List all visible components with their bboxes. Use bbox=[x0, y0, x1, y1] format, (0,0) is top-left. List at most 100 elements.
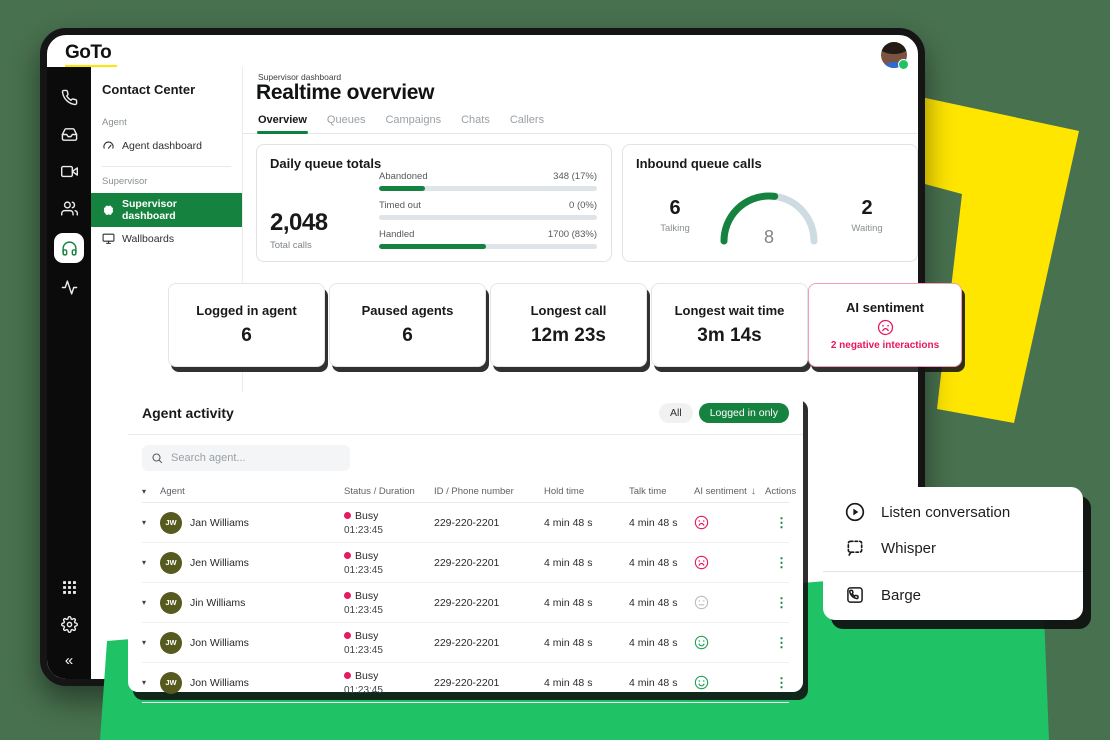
metric-label: Handled bbox=[379, 229, 414, 240]
status-cell: Busy 01:23:45 bbox=[344, 670, 434, 696]
hold-time-cell: 4 min 48 s bbox=[544, 637, 629, 649]
row-expand-chevron[interactable]: ▾ bbox=[142, 678, 160, 687]
table-row: ▾ JW Jen Williams Busy 01:23:45 229-220-… bbox=[142, 543, 789, 583]
phone-cell: 229-220-2201 bbox=[434, 517, 544, 529]
agent-avatar: JW bbox=[160, 512, 182, 534]
presence-dot bbox=[898, 59, 909, 70]
row-actions-kebab[interactable]: ⋮ bbox=[765, 595, 798, 610]
people-icon[interactable] bbox=[61, 200, 78, 217]
tab[interactable]: Campaigns bbox=[384, 114, 442, 133]
stat-card: Logged in agent 6 bbox=[168, 283, 325, 367]
nav-item-agent-dashboard[interactable]: Agent dashboard bbox=[91, 134, 242, 157]
col-hold[interactable]: Hold time bbox=[544, 486, 629, 497]
agent-avatar: JW bbox=[160, 552, 182, 574]
hold-time-cell: 4 min 48 s bbox=[544, 597, 629, 609]
stat-label: Logged in agent bbox=[196, 303, 296, 318]
whisper-icon bbox=[845, 538, 865, 558]
agent-activity-panel: Agent activity All Logged in only ▾ Agen… bbox=[128, 392, 803, 692]
stat-label: Longest call bbox=[531, 303, 607, 318]
col-status[interactable]: Status / Duration bbox=[344, 486, 434, 497]
phone-cell: 229-220-2201 bbox=[434, 637, 544, 649]
barge-icon bbox=[845, 585, 865, 605]
status-text: Busy bbox=[355, 670, 378, 682]
hold-time-cell: 4 min 48 s bbox=[544, 517, 629, 529]
sentiment-caption: 2 negative interactions bbox=[831, 340, 939, 351]
metric-label: Abandoned bbox=[379, 171, 428, 182]
nav-item-supervisor-dashboard[interactable]: Supervisor dashboard bbox=[91, 193, 242, 227]
nav-section-supervisor: Supervisor bbox=[91, 176, 242, 187]
contact-center-rail-item[interactable] bbox=[54, 233, 84, 263]
icon-rail: « bbox=[47, 67, 91, 679]
phone-cell: 229-220-2201 bbox=[434, 677, 544, 689]
table-body: ▾ JW Jan Williams Busy 01:23:45 229-220-… bbox=[142, 503, 789, 703]
row-expand-chevron[interactable]: ▾ bbox=[142, 518, 160, 527]
col-talk[interactable]: Talk time bbox=[629, 486, 694, 497]
row-expand-chevron[interactable]: ▾ bbox=[142, 598, 160, 607]
apps-grid-icon[interactable] bbox=[61, 579, 78, 596]
stat-card: Paused agents 6 bbox=[329, 283, 486, 367]
busy-dot bbox=[344, 632, 351, 639]
tab[interactable]: Overview bbox=[257, 114, 308, 133]
filter-logged-in-pill[interactable]: Logged in only bbox=[699, 403, 789, 423]
stat-label: AI sentiment bbox=[846, 300, 924, 315]
stat-label: Paused agents bbox=[362, 303, 454, 318]
sentiment-face-icon bbox=[694, 635, 765, 650]
progress-track bbox=[379, 186, 597, 191]
stat-cards-row: Logged in agent 6 Paused agents 6 Longes… bbox=[168, 283, 808, 367]
menu-item-whisper[interactable]: Whisper bbox=[823, 530, 1083, 566]
col-id[interactable]: ID / Phone number bbox=[434, 486, 544, 497]
search-input[interactable] bbox=[169, 451, 341, 465]
metric-value: 348 (17%) bbox=[553, 171, 597, 182]
row-actions-kebab[interactable]: ⋮ bbox=[765, 555, 798, 570]
play-circle-icon bbox=[845, 502, 865, 522]
busy-dot bbox=[344, 592, 351, 599]
inbox-icon[interactable] bbox=[61, 126, 78, 143]
agent-cell: JW Jin Williams bbox=[160, 592, 344, 614]
status-cell: Busy 01:23:45 bbox=[344, 510, 434, 536]
agent-avatar: JW bbox=[160, 592, 182, 614]
filter-all-pill[interactable]: All bbox=[659, 403, 693, 423]
menu-divider bbox=[823, 571, 1083, 572]
analytics-icon[interactable] bbox=[61, 279, 78, 296]
menu-item-listen[interactable]: Listen conversation bbox=[823, 494, 1083, 530]
collapse-chevrons-icon[interactable]: « bbox=[65, 652, 73, 669]
row-expand-chevron[interactable]: ▾ bbox=[142, 558, 160, 567]
tab[interactable]: Chats bbox=[460, 114, 491, 133]
row-expand-chevron[interactable]: ▾ bbox=[142, 638, 160, 647]
status-cell: Busy 01:23:45 bbox=[344, 630, 434, 656]
wallboard-monitor-icon bbox=[102, 232, 115, 245]
page-title: Realtime overview bbox=[256, 81, 434, 105]
metric-value: 1700 (83%) bbox=[548, 229, 597, 240]
row-context-menu: Listen conversation Whisper Barge bbox=[823, 487, 1083, 620]
settings-gear-icon[interactable] bbox=[61, 616, 78, 633]
expand-all-chevron[interactable]: ▾ bbox=[142, 487, 160, 496]
col-sentiment[interactable]: AI sentiment↓ bbox=[694, 486, 765, 497]
agent-name: Jon Williams bbox=[190, 637, 249, 649]
card-title: Daily queue totals bbox=[270, 156, 381, 171]
panel-title: Agent activity bbox=[142, 405, 234, 421]
col-actions: Actions bbox=[765, 486, 796, 497]
tab[interactable]: Queues bbox=[326, 114, 367, 133]
stat-value: 12m 23s bbox=[531, 325, 606, 347]
tab[interactable]: Callers bbox=[509, 114, 545, 133]
tab-bar: Overview Queues Campaigns Chats Callers bbox=[243, 114, 918, 134]
agent-cell: JW Jen Williams bbox=[160, 552, 344, 574]
row-actions-kebab[interactable]: ⋮ bbox=[765, 515, 798, 530]
table-row: ▾ JW Jon Williams Busy 01:23:45 229-220-… bbox=[142, 623, 789, 663]
col-agent[interactable]: Agent bbox=[160, 486, 344, 497]
phone-cell: 229-220-2201 bbox=[434, 557, 544, 569]
status-text: Busy bbox=[355, 510, 378, 522]
phone-icon[interactable] bbox=[61, 89, 78, 106]
brain-icon bbox=[102, 204, 115, 217]
talk-time-cell: 4 min 48 s bbox=[629, 557, 694, 569]
video-icon[interactable] bbox=[61, 163, 78, 180]
row-actions-kebab[interactable]: ⋮ bbox=[765, 635, 798, 650]
row-actions-kebab[interactable]: ⋮ bbox=[765, 675, 798, 690]
status-duration: 01:23:45 bbox=[344, 605, 434, 616]
talking-kpi: 6 Talking bbox=[645, 197, 705, 234]
nav-item-wallboards[interactable]: Wallboards bbox=[91, 227, 242, 250]
menu-item-barge[interactable]: Barge bbox=[823, 577, 1083, 613]
agent-search[interactable] bbox=[142, 445, 350, 471]
sort-descending-icon[interactable]: ↓ bbox=[751, 486, 756, 497]
ai-sentiment-card: AI sentiment 2 negative interactions bbox=[808, 283, 962, 367]
